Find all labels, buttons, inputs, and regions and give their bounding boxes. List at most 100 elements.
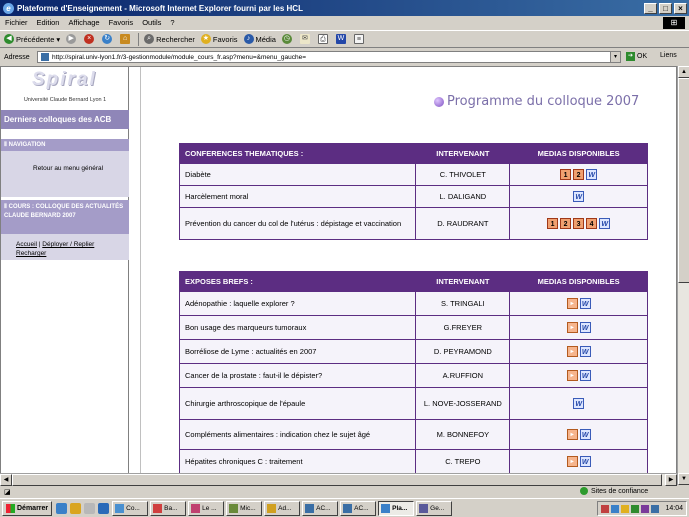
quicklaunch-desktop-icon[interactable] [84, 502, 96, 514]
tray-icon[interactable] [601, 504, 610, 513]
app-icon [153, 503, 163, 513]
forward-button[interactable]: ▶ [66, 34, 78, 44]
refresh-button[interactable]: ↻ [102, 34, 114, 44]
word-edit-button[interactable]: W [335, 34, 348, 44]
system-tray: 14:04 [597, 501, 687, 516]
mail-icon: ✉ [299, 34, 310, 44]
tray-icon[interactable] [631, 504, 640, 513]
horizontal-scrollbar[interactable]: ◀ ▶ [0, 473, 677, 486]
tray-icon[interactable] [621, 504, 630, 513]
print-button[interactable]: ⎙ [317, 34, 330, 44]
address-dropdown-icon[interactable]: ▾ [610, 52, 620, 62]
navigation-header[interactable]: Ⅱ NAVIGATION [1, 139, 129, 151]
taskbar-button[interactable]: Ad... [264, 500, 301, 516]
mail-button[interactable]: ✉ [299, 34, 312, 44]
start-button[interactable]: Démarrer [2, 500, 53, 516]
media-part-1-icon[interactable]: 1 [560, 169, 572, 180]
presentation-file-icon[interactable]: ▸ [566, 346, 578, 357]
taskbar-button[interactable]: Le ... [188, 500, 225, 516]
presentation-file-icon[interactable]: ▸ [566, 322, 578, 333]
menu-outils[interactable]: Outils [142, 18, 161, 27]
table-row: Diabète C. THIVOLET 1 2 W [178, 163, 648, 186]
app-icon [267, 503, 277, 513]
taskbar-button[interactable]: Pla... [378, 500, 415, 516]
go-button[interactable]: ➔ OK [626, 52, 647, 61]
internet-explorer-icon: e [3, 2, 14, 14]
menu-help[interactable]: ? [170, 18, 174, 27]
back-button[interactable]: ◀ Précédente ▾ [4, 34, 60, 44]
word-document-icon[interactable]: W [579, 298, 591, 309]
taskbar-button[interactable]: AC... [340, 500, 377, 516]
speaker-name: M. BONNEFOY [415, 419, 511, 450]
vertical-scrollbar[interactable]: ▲ ▼ [677, 66, 689, 485]
app-icon [115, 503, 125, 513]
discuss-button[interactable]: ≡ [353, 34, 366, 44]
back-to-menu-link[interactable]: Retour au menu général [33, 165, 103, 172]
word-document-icon[interactable]: W [579, 456, 591, 467]
word-document-icon[interactable]: W [599, 218, 611, 229]
quicklaunch-outlook-icon[interactable] [70, 502, 82, 514]
taskbar-button[interactable]: Ge... [416, 500, 453, 516]
address-field[interactable]: http://spiral.univ-lyon1.fr/3-gestionmod… [37, 51, 621, 63]
scroll-down-icon[interactable]: ▼ [678, 473, 689, 485]
conferences-table: CONFERENCES THEMATIQUES : INTERVENANT ME… [178, 143, 648, 240]
taskbar-button-label: AC... [354, 504, 369, 512]
media-part-1-icon[interactable]: 1 [547, 218, 559, 229]
talk-title: Cancer de la prostate : faut-il le dépis… [178, 363, 417, 388]
menu-favoris[interactable]: Favoris [109, 18, 134, 27]
taskbar-button[interactable]: Co... [112, 500, 149, 516]
presentation-file-icon[interactable]: ▸ [566, 370, 578, 381]
maximize-button[interactable]: □ [659, 2, 672, 14]
close-button[interactable]: × [674, 2, 687, 14]
home-link[interactable]: Accueil [16, 241, 37, 248]
browser-toolbar: ◀ Précédente ▾ ▶ × ↻ ⌂ ⌕ Rechercher ★ Fa… [0, 30, 689, 48]
tray-icon[interactable] [651, 504, 660, 513]
taskbar-button[interactable]: AC... [302, 500, 339, 516]
taskbar-button[interactable]: Mic... [226, 500, 263, 516]
table-header-media: MEDIAS DISPONIBLES [509, 271, 648, 292]
media-button[interactable]: ♪ Média [243, 34, 276, 44]
start-label: Démarrer [17, 504, 49, 512]
media-part-2-icon[interactable]: 2 [560, 218, 572, 229]
media-part-2-icon[interactable]: 2 [573, 169, 585, 180]
word-document-icon[interactable]: W [579, 322, 591, 333]
stop-button[interactable]: × [84, 34, 96, 44]
word-document-icon[interactable]: W [579, 370, 591, 381]
course-header[interactable]: Ⅱ COURS : COLLOQUE DES ACTUALITÉS CLAUDE… [1, 200, 129, 234]
taskbar-button[interactable]: Ba... [150, 500, 187, 516]
home-button[interactable]: ⌂ [120, 34, 132, 44]
search-button[interactable]: ⌕ Rechercher [144, 34, 195, 44]
word-document-icon[interactable]: W [586, 169, 598, 180]
menu-edition[interactable]: Edition [37, 18, 60, 27]
menu-fichier[interactable]: Fichier [5, 18, 28, 27]
tray-icon[interactable] [641, 504, 650, 513]
minimize-button[interactable]: _ [644, 2, 657, 14]
word-document-icon[interactable]: W [579, 346, 591, 357]
history-button[interactable]: ◷ [281, 34, 294, 44]
home-icon: ⌂ [120, 34, 131, 44]
word-document-icon[interactable]: W [573, 191, 585, 202]
quicklaunch-ie-icon[interactable] [56, 502, 68, 514]
address-label: Adresse [4, 53, 30, 61]
media-cell: ▸ W [509, 315, 648, 340]
speaker-name: G.FREYER [415, 315, 511, 340]
tray-icon[interactable] [611, 504, 620, 513]
expand-collapse-link[interactable]: Déployer / Replier [42, 241, 94, 248]
word-document-icon[interactable]: W [573, 398, 585, 409]
speaker-name: C. TREPO [415, 449, 511, 474]
word-document-icon[interactable]: W [579, 429, 591, 440]
media-part-3-icon[interactable]: 3 [573, 218, 585, 229]
vertical-scroll-thumb[interactable] [678, 78, 689, 283]
scroll-up-icon[interactable]: ▲ [678, 66, 689, 78]
menu-affichage[interactable]: Affichage [68, 18, 99, 27]
go-arrow-icon: ➔ [626, 52, 635, 61]
links-label[interactable]: Liens [660, 52, 677, 59]
quicklaunch-word-icon[interactable] [98, 502, 110, 514]
media-part-4-icon[interactable]: 4 [586, 218, 598, 229]
favorites-button[interactable]: ★ Favoris [200, 34, 238, 44]
presentation-file-icon[interactable]: ▸ [566, 456, 578, 467]
navigation-title: NAVIGATION [8, 142, 46, 148]
presentation-file-icon[interactable]: ▸ [566, 298, 578, 309]
reload-link[interactable]: Recharger [16, 250, 46, 257]
presentation-file-icon[interactable]: ▸ [566, 429, 578, 440]
